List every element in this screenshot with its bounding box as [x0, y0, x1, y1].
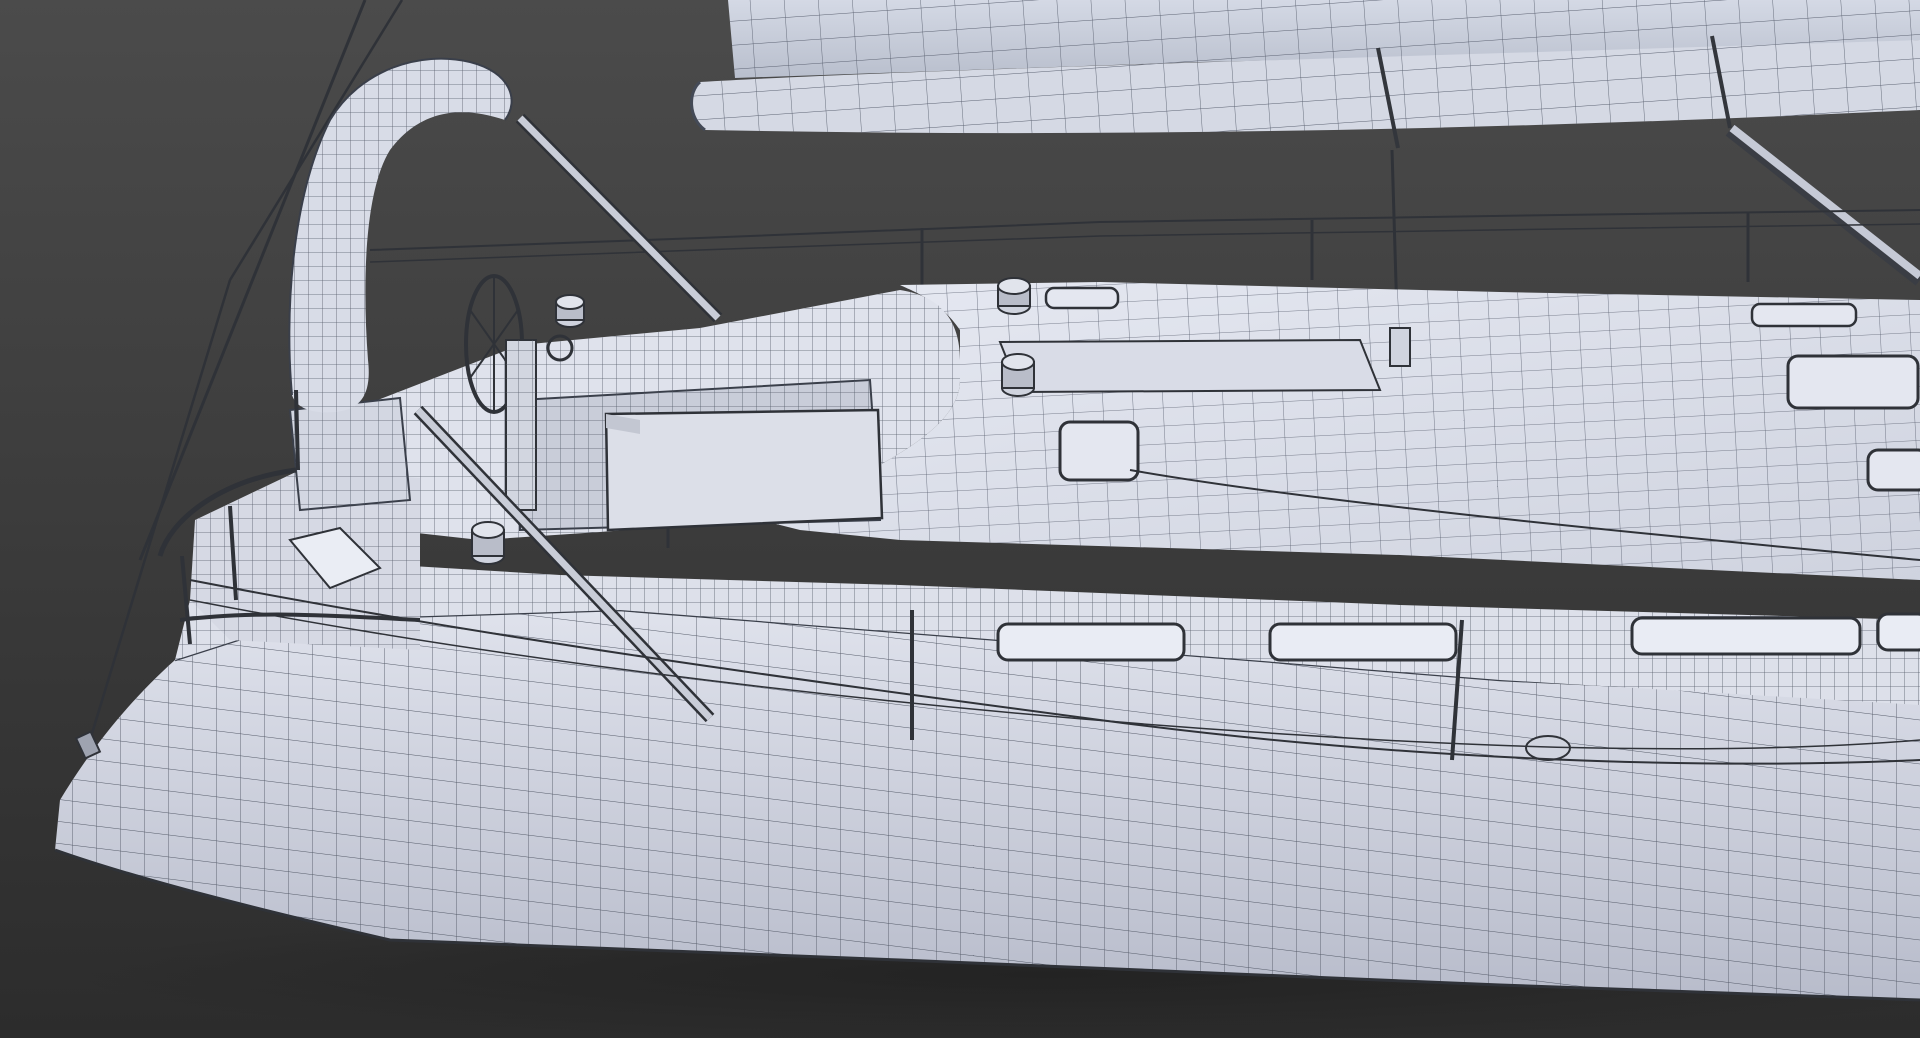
render-viewport	[0, 0, 1920, 1038]
winch	[997, 277, 1031, 315]
hatch	[1866, 448, 1920, 492]
hatch	[1750, 302, 1858, 328]
winch	[471, 521, 505, 565]
companionway	[998, 338, 1382, 394]
portlight	[1268, 622, 1458, 662]
winch	[555, 294, 585, 328]
portlight	[996, 622, 1186, 662]
hatch	[1058, 420, 1140, 482]
hatch	[1786, 354, 1920, 410]
portlight	[1876, 612, 1920, 652]
winch	[1001, 353, 1035, 397]
hatch	[1044, 286, 1120, 310]
portlight	[1630, 616, 1862, 656]
mast-base	[1389, 327, 1411, 367]
